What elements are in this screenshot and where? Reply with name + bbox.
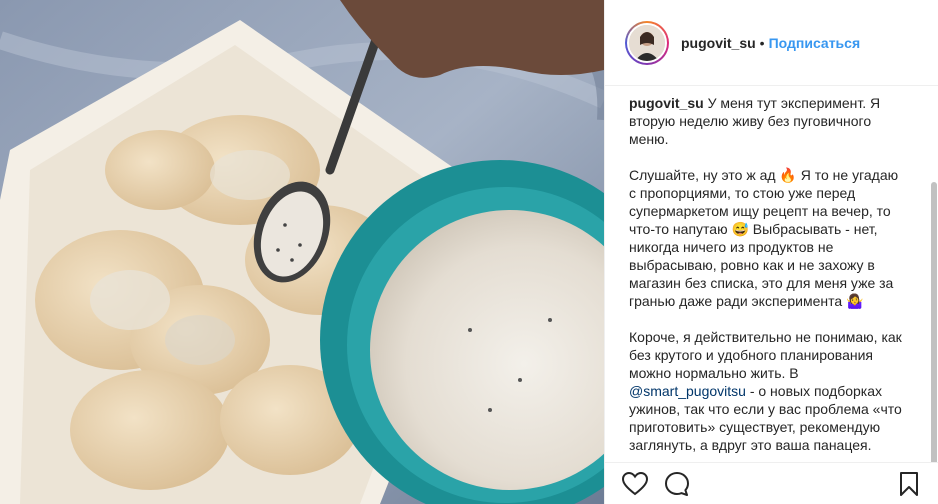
separator-dot: • xyxy=(759,34,765,51)
caption-paragraph-3: Короче, я действительно не понимаю, как … xyxy=(629,328,905,454)
mention-link[interactable]: @smart_pugovitsu xyxy=(629,383,746,399)
action-bar xyxy=(605,462,938,504)
scrollbar[interactable] xyxy=(931,182,937,462)
post-header: pugovit_su • Подписаться xyxy=(605,0,938,86)
post-photo[interactable] xyxy=(0,0,604,504)
caption-text-2: Слушайте, ну это ж ад 🔥 Я то не угадаю с… xyxy=(629,167,899,309)
heart-icon[interactable] xyxy=(621,470,649,498)
story-ring[interactable] xyxy=(625,20,669,65)
post-sidebar: pugovit_su • Подписаться pugovit_su У ме… xyxy=(604,0,938,504)
bookmark-icon[interactable] xyxy=(895,470,923,498)
caption-area[interactable]: pugovit_su У меня тут эксперимент. Я вто… xyxy=(605,87,938,462)
caption-paragraph-2: Слушайте, ну это ж ад 🔥 Я то не угадаю с… xyxy=(629,166,905,310)
instagram-post: pugovit_su • Подписаться pugovit_su У ме… xyxy=(0,0,938,504)
dumplings-photo xyxy=(0,0,604,504)
caption-username[interactable]: pugovit_su xyxy=(629,95,704,111)
caption: pugovit_su У меня тут эксперимент. Я вто… xyxy=(605,87,925,454)
caption-paragraph-1: pugovit_su У меня тут эксперимент. Я вто… xyxy=(629,94,905,148)
follow-button[interactable]: Подписаться xyxy=(769,35,861,51)
username-link[interactable]: pugovit_su xyxy=(681,35,756,51)
avatar-image xyxy=(629,24,665,61)
comment-icon[interactable] xyxy=(663,470,691,498)
caption-text-3a: Короче, я действительно не понимаю, как … xyxy=(629,329,902,381)
avatar[interactable] xyxy=(627,22,667,63)
